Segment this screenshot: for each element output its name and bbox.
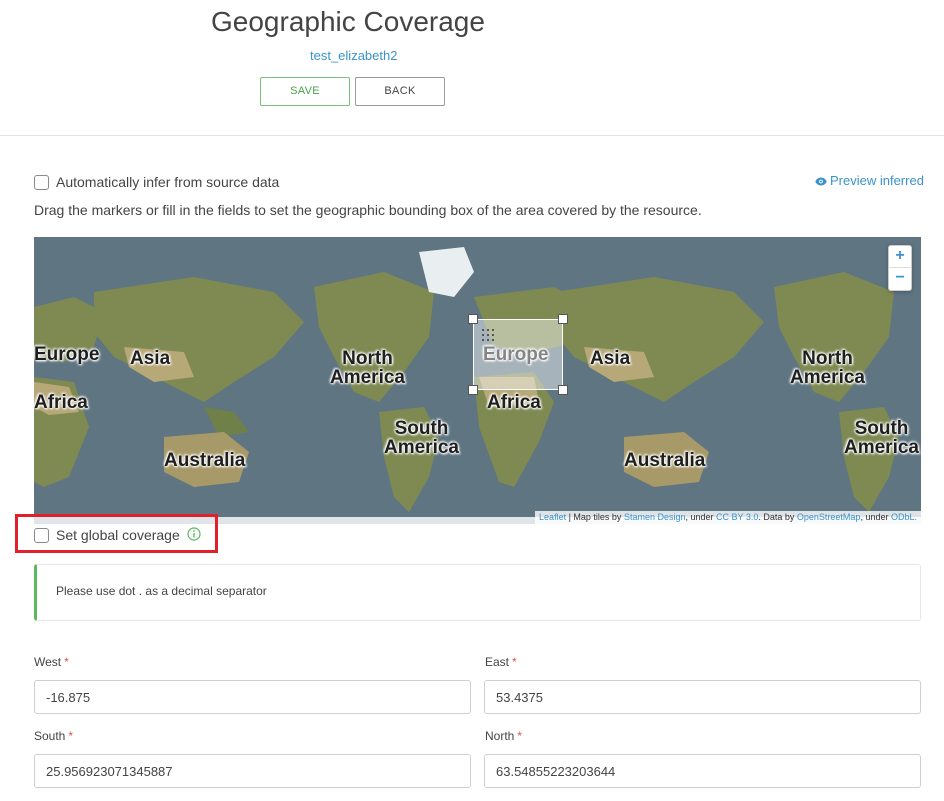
notice-text: Please use dot . as a decimal separator — [56, 584, 267, 598]
page-header: Geographic Coverage test_elizabeth2 SAVE… — [0, 0, 944, 136]
info-icon[interactable] — [187, 527, 201, 541]
page-title: Geographic Coverage — [211, 6, 485, 37]
north-input[interactable] — [484, 754, 921, 788]
attribution-text: , under — [685, 512, 717, 522]
west-label: West * — [34, 655, 69, 669]
required-mark: * — [517, 729, 523, 743]
resource-link[interactable]: test_elizabeth2 — [310, 48, 397, 63]
bbox-handle-nw[interactable] — [468, 314, 478, 324]
auto-infer-label: Automatically infer from source data — [56, 174, 280, 190]
drag-handle-icon[interactable] — [482, 329, 494, 341]
osm-link[interactable]: OpenStreetMap — [797, 512, 861, 522]
instructions-text: Drag the markers or fill in the fields t… — [34, 202, 702, 218]
map-label-australia-2: Australia — [624, 450, 706, 471]
attribution-text: , under — [860, 512, 891, 522]
zoom-out-button[interactable]: − — [889, 268, 911, 290]
preview-inferred-link[interactable]: Preview inferred — [815, 173, 924, 188]
west-label-text: West — [34, 655, 62, 669]
map-label-north-america-1: North America — [330, 348, 405, 388]
map-attribution: Leaflet | Map tiles by Stamen Design, un… — [535, 511, 921, 524]
bbox-handle-se[interactable] — [558, 385, 568, 395]
map-label-asia-1: Asia — [130, 348, 171, 369]
coverage-map[interactable]: Europe Africa Asia North America South A… — [34, 237, 921, 524]
decimal-separator-notice: Please use dot . as a decimal separator — [34, 564, 921, 621]
map-label-asia-2: Asia — [590, 348, 631, 369]
odbl-link[interactable]: ODbL. — [891, 512, 917, 522]
global-coverage-checkbox[interactable] — [34, 528, 49, 543]
cc-by-link[interactable]: CC BY 3.0 — [716, 512, 758, 522]
south-label-text: South — [34, 729, 66, 743]
auto-infer-checkbox[interactable] — [34, 175, 49, 190]
map-label-australia-1: Australia — [164, 450, 246, 471]
zoom-control: + − — [888, 245, 912, 291]
west-input[interactable] — [34, 680, 471, 714]
required-mark: * — [64, 655, 69, 669]
east-label: East * — [485, 655, 517, 669]
stamen-link[interactable]: Stamen Design — [624, 512, 686, 522]
zoom-in-button[interactable]: + — [889, 246, 911, 268]
map-label-north-america-2: North America — [790, 348, 865, 388]
required-mark: * — [68, 729, 74, 743]
bbox-handle-ne[interactable] — [558, 314, 568, 324]
required-mark: * — [512, 655, 517, 669]
north-label: North * — [485, 729, 522, 743]
map-label-europe-left: Europe — [34, 344, 100, 365]
east-label-text: East — [485, 655, 510, 669]
east-input[interactable] — [484, 680, 921, 714]
preview-inferred-label: Preview inferred — [830, 173, 924, 188]
bbox-handle-sw[interactable] — [468, 385, 478, 395]
save-button[interactable]: SAVE — [260, 77, 350, 106]
map-label-africa-left: Africa — [34, 392, 88, 413]
south-label: South * — [34, 729, 73, 743]
map-label-south-america-1: South America — [384, 418, 459, 458]
global-coverage-label: Set global coverage — [56, 527, 180, 543]
back-button[interactable]: BACK — [355, 77, 445, 106]
south-input[interactable] — [34, 754, 471, 788]
leaflet-link[interactable]: Leaflet — [539, 512, 566, 522]
attribution-text: . Data by — [758, 512, 797, 522]
attribution-text: | Map tiles by — [566, 512, 624, 522]
map-label-africa-center: Africa — [487, 392, 541, 413]
north-label-text: North — [485, 729, 515, 743]
eye-icon — [815, 177, 827, 186]
map-label-south-america-2: South America — [844, 418, 919, 458]
